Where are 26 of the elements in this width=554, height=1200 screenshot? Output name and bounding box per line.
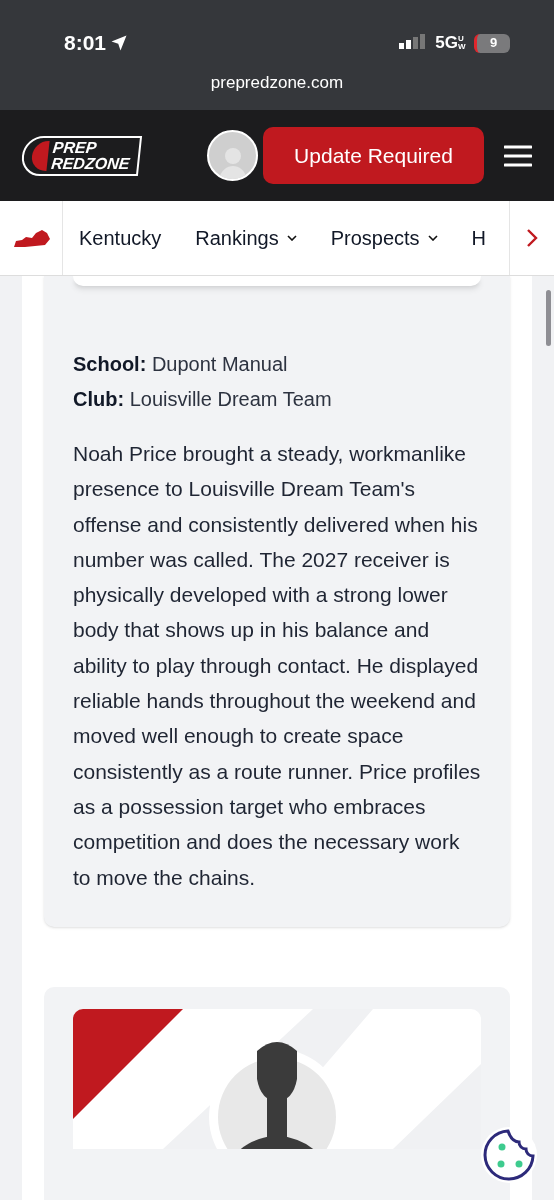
cookie-icon xyxy=(481,1127,537,1183)
clock-time: 8:01 xyxy=(64,30,107,57)
menu-icon[interactable] xyxy=(504,144,532,167)
chevron-down-icon xyxy=(427,235,438,241)
nav-tab[interactable]: Kentucky xyxy=(79,223,162,253)
state-map-icon xyxy=(12,228,50,248)
network-label: 5G xyxy=(435,32,458,55)
profile-field: Club: Louisville Dream Team xyxy=(73,383,481,416)
url-text[interactable]: prepredzone.com xyxy=(210,70,344,96)
scrollbar-thumb xyxy=(546,290,551,346)
logo[interactable]: PREP REDZONE xyxy=(19,135,143,176)
battery-level: 9 xyxy=(489,34,498,53)
logo-text: PREP xyxy=(52,139,99,156)
profile-field: School: Dupont Manual xyxy=(73,348,481,381)
nav-tab[interactable]: Rankings xyxy=(195,223,297,253)
chevron-down-icon xyxy=(286,235,297,241)
location-arrow-icon xyxy=(110,34,129,52)
chevron-right-icon xyxy=(526,228,538,248)
bio-paragraph: Noah Price brought a steady, workmanlike presence to Louisville Dream Team's offense and consistently delivered when his number was called. The 2027 receiver is physically developed with a strong lower body that shows up in his balance and ability to play through contact. He displayed reliable hands throughout the weekend and moved well enough to create space consistently as a route runner. Price profiles as a possession target who embraces competition and does the necessary work to move the chains. xyxy=(73,441,481,891)
signal-icon xyxy=(399,34,428,52)
nav-tab[interactable]: Prospects xyxy=(330,223,438,253)
avatar-icon[interactable] xyxy=(207,130,258,181)
update-button[interactable]: Update Required xyxy=(263,127,484,184)
network-sublabel: UW xyxy=(458,35,466,51)
logo-text: REDZONE xyxy=(50,155,131,172)
nav-tab[interactable]: H xyxy=(471,223,487,253)
